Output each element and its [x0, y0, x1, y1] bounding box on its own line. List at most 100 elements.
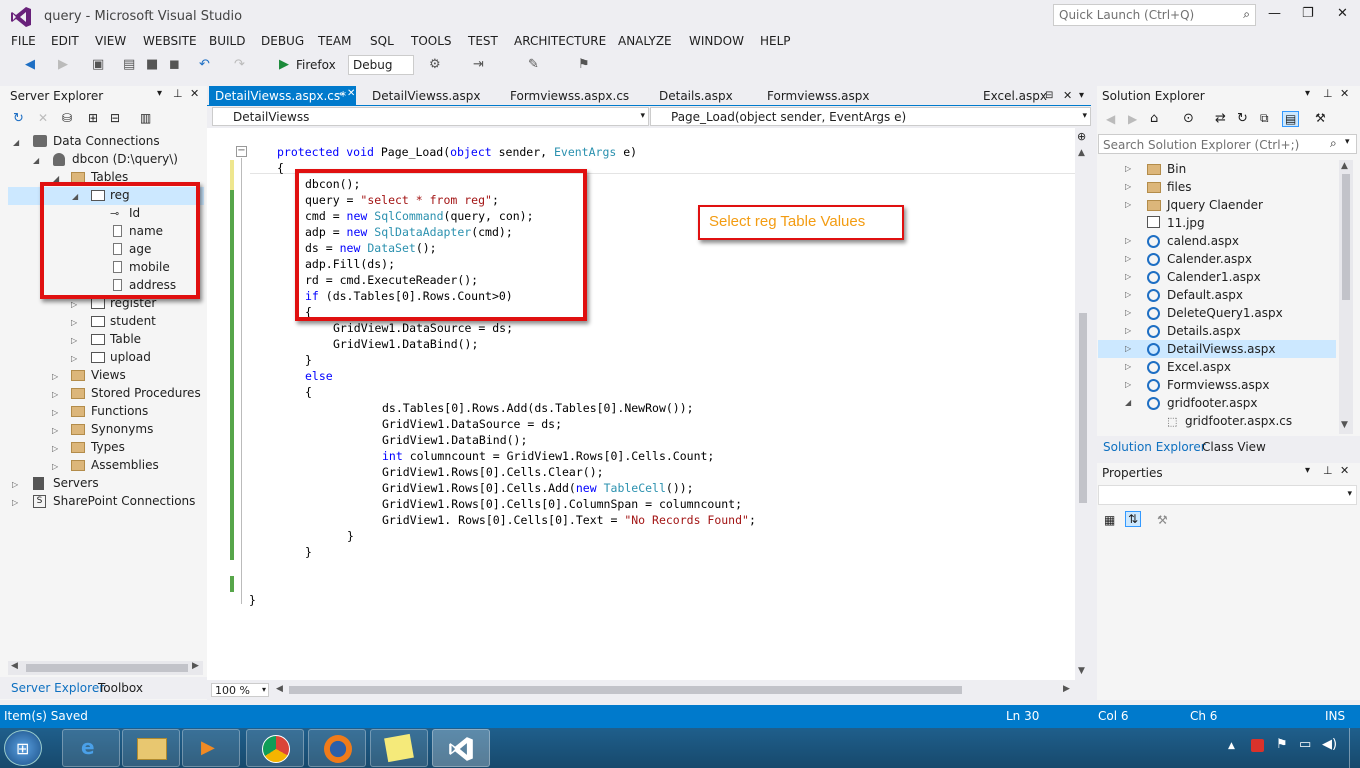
panel-menu-icon[interactable]: ▾ [157, 88, 162, 99]
solution-item[interactable]: Default.aspx [1167, 288, 1243, 302]
expand-arrow-icon[interactable]: ▷ [71, 336, 77, 345]
expand-arrow-icon[interactable]: ▷ [71, 354, 77, 363]
collapse-arrow-icon[interactable]: ◢ [1125, 398, 1131, 407]
tree-item-functions[interactable]: Functions [91, 404, 148, 418]
connect-server-icon[interactable]: ⊞ [88, 111, 98, 125]
scroll-left-icon[interactable]: ◀ [276, 684, 283, 694]
solution-item[interactable]: 11.jpg [1167, 216, 1205, 230]
pin-icon[interactable]: ⊟ [1045, 90, 1053, 101]
network-icon[interactable]: ▭ [1299, 737, 1311, 752]
expand-arrow-icon[interactable]: ▷ [1125, 380, 1131, 389]
expand-arrow-icon[interactable]: ▷ [52, 408, 58, 417]
menu-sql[interactable]: SQL [370, 34, 394, 48]
expand-arrow-icon[interactable]: ▷ [52, 390, 58, 399]
indent-icon[interactable]: ⇥ [473, 57, 484, 72]
tab-details-aspx[interactable]: Details.aspx [659, 89, 733, 103]
tree-item-data-connections[interactable]: Data Connections [53, 134, 160, 148]
expand-arrow-icon[interactable]: ▷ [52, 426, 58, 435]
menu-debug[interactable]: DEBUG [261, 34, 304, 48]
solution-item[interactable]: Formviewss.aspx [1167, 378, 1270, 392]
start-debug-icon[interactable]: ▶ [279, 57, 289, 72]
scroll-right-icon[interactable]: ▶ [1063, 684, 1070, 694]
panel-close-icon[interactable]: ✕ [1340, 464, 1349, 477]
scroll-thumb[interactable] [1079, 313, 1087, 503]
solution-item[interactable]: calend.aspx [1167, 234, 1239, 248]
refresh-icon[interactable]: ↻ [13, 111, 24, 126]
expand-arrow-icon[interactable]: ▷ [52, 372, 58, 381]
expand-arrow-icon[interactable]: ▷ [52, 462, 58, 471]
home-icon[interactable]: ⌂ [1150, 111, 1158, 126]
menu-build[interactable]: BUILD [209, 34, 245, 48]
save-icon[interactable]: ■ [146, 57, 158, 72]
expand-arrow-icon[interactable]: ▷ [1125, 182, 1131, 191]
collapse-all-icon[interactable]: ⧉ [1260, 111, 1269, 126]
panel-close-icon[interactable]: ✕ [1340, 87, 1349, 100]
settings-icon[interactable]: ⚒ [1315, 111, 1326, 125]
scroll-down-icon[interactable]: ▼ [1341, 420, 1348, 430]
taskbar-file-explorer[interactable] [122, 729, 180, 767]
scroll-thumb[interactable] [289, 686, 962, 694]
new-project-icon[interactable]: ▣ [92, 57, 104, 72]
quick-launch-input[interactable]: Quick Launch (Ctrl+Q) ⌕ [1053, 4, 1256, 26]
taskbar-internet-explorer[interactable]: e [62, 729, 120, 767]
solution-item[interactable]: Details.aspx [1167, 324, 1241, 338]
show-all-files-icon[interactable]: ▤ [1282, 111, 1300, 127]
tree-item-dbcon[interactable]: dbcon (D:\query\) [72, 152, 178, 166]
menu-website[interactable]: WEBSITE [143, 34, 197, 48]
collapse-arrow-icon[interactable]: ◢ [13, 138, 19, 147]
solution-item[interactable]: Jquery Claender [1167, 198, 1263, 212]
undo-icon[interactable]: ↶ [199, 57, 210, 72]
show-desktop-button[interactable] [1349, 728, 1360, 768]
expand-arrow-icon[interactable]: ▷ [1125, 272, 1131, 281]
configuration-dropdown[interactable]: Debug [348, 55, 414, 75]
tray-app-icon[interactable] [1251, 739, 1264, 752]
tab-detailviewss-aspx-cs[interactable]: DetailViewss.aspx.cs* ⊸ ✕ [209, 86, 356, 106]
solution-item[interactable]: Calender.aspx [1167, 252, 1252, 266]
menu-help[interactable]: HELP [760, 34, 791, 48]
scroll-thumb[interactable] [1342, 174, 1350, 300]
action-center-icon[interactable]: ⚑ [1276, 737, 1288, 752]
zoom-dropdown[interactable]: 100 % ▾ [211, 683, 269, 697]
taskbar-media-player[interactable]: ▶ [182, 729, 240, 767]
search-icon[interactable]: ⌕ [1330, 136, 1337, 151]
scroll-up-icon[interactable]: ▲ [1078, 148, 1085, 158]
stop-icon[interactable]: ✕ [38, 111, 48, 125]
tab-detailviewss-aspx[interactable]: DetailViewss.aspx [372, 89, 480, 103]
panel-menu-icon[interactable]: ▾ [1305, 88, 1310, 99]
show-hidden-icons[interactable]: ▲ [1228, 741, 1235, 751]
open-file-icon[interactable]: ▤ [123, 57, 135, 72]
tree-item-stored-procedures[interactable]: Stored Procedures [91, 386, 201, 400]
menu-architecture[interactable]: ARCHITECTURE [514, 34, 606, 48]
tab-formviewss-aspx-cs[interactable]: Formviewss.aspx.cs [510, 89, 629, 103]
scroll-up-icon[interactable]: ▲ [1341, 161, 1348, 171]
tree-item-types[interactable]: Types [91, 440, 125, 454]
object-selector-dropdown[interactable]: ▾ [1098, 485, 1357, 505]
panel-menu-icon[interactable]: ▾ [1305, 465, 1310, 476]
start-button[interactable]: ⊞ [4, 730, 42, 766]
expand-arrow-icon[interactable]: ▷ [1125, 254, 1131, 263]
expand-arrow-icon[interactable]: ▷ [1125, 308, 1131, 317]
minimize-button[interactable]: — [1268, 6, 1281, 21]
scroll-right-icon[interactable]: ▶ [192, 661, 199, 671]
expand-arrow-icon[interactable]: ▷ [1125, 236, 1131, 245]
browser-selector[interactable]: Firefox [296, 58, 336, 72]
expand-arrow-icon[interactable]: ▷ [12, 498, 18, 507]
alphabetical-icon[interactable]: ⇅ [1125, 511, 1142, 527]
forward-icon[interactable]: ▶ [58, 57, 68, 72]
properties-icon[interactable]: ▥ [140, 111, 151, 125]
collapse-arrow-icon[interactable]: ◢ [33, 156, 39, 165]
bookmark-icon[interactable]: ⚑ [578, 57, 590, 72]
solution-item[interactable]: Bin [1167, 162, 1186, 176]
menu-file[interactable]: FILE [11, 34, 36, 48]
sync-icon[interactable]: ⇄ [1215, 111, 1226, 126]
tree-item-servers[interactable]: Servers [53, 476, 99, 490]
menu-view[interactable]: VIEW [95, 34, 126, 48]
scroll-left-icon[interactable]: ◀ [11, 661, 18, 671]
panel-close-icon[interactable]: ✕ [190, 87, 199, 100]
vertical-scrollbar[interactable]: ⊕ ▲ ▼ [1075, 128, 1091, 680]
solution-item-selected[interactable]: DetailViewss.aspx [1167, 342, 1275, 356]
menu-test[interactable]: TEST [468, 34, 498, 48]
tab-excel-aspx[interactable]: Excel.aspx [983, 89, 1047, 103]
solution-item[interactable]: DeleteQuery1.aspx [1167, 306, 1283, 320]
search-icon[interactable]: ⌕ [1243, 7, 1250, 22]
